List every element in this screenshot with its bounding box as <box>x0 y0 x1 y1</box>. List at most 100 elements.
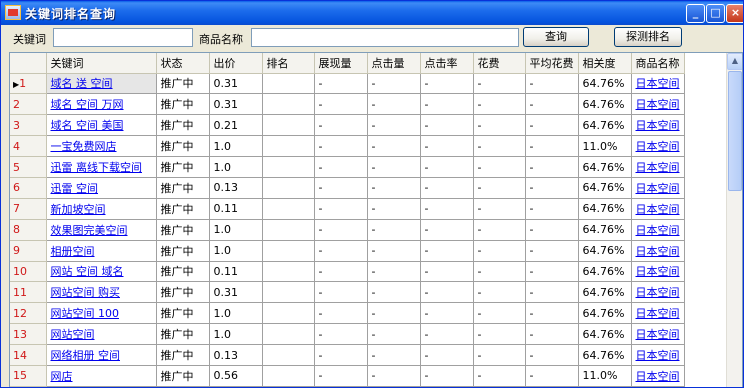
row-header[interactable]: ▶1 <box>10 73 47 95</box>
ctr-cell: - <box>420 114 474 137</box>
maximize-button[interactable]: □ <box>706 4 725 23</box>
table-row[interactable]: 5 迅雷 离线下载空间 推广中 1.0- - - - -64.76% 日本空间 <box>10 156 685 178</box>
product-name-cell[interactable]: 日本空间 <box>631 177 685 199</box>
row-header[interactable]: 3 <box>10 114 47 137</box>
column-header[interactable]: 关键词 <box>46 53 157 74</box>
scroll-up-arrow-icon[interactable]: ▲ <box>727 53 742 70</box>
row-header[interactable]: 6 <box>10 177 47 199</box>
title-bar[interactable]: 关键词排名查询 _ □ × <box>1 1 743 25</box>
table-row[interactable]: 4 一宝免费网店 推广中 1.0- - - - -11.0% 日本空间 <box>10 135 685 158</box>
row-header[interactable]: 9 <box>10 240 47 262</box>
keyword-cell[interactable]: 域名 空间 万网 <box>46 93 157 116</box>
product-name-cell[interactable]: 日本空间 <box>631 73 685 95</box>
keyword-cell[interactable]: 网站空间 购买 <box>46 281 157 304</box>
column-header[interactable]: 点击量 <box>367 53 421 74</box>
table-row[interactable]: 8 效果图完美空间 推广中 1.0- - - - -64.76% 日本空间 <box>10 219 685 241</box>
keyword-results-grid[interactable]: 关键词 状态 出价 排名 展现量 点击量 点击率 花费 平均花费 相关度 商品名… <box>9 52 743 387</box>
table-row[interactable]: 12 网站空间 100 推广中 1.0- - - - -64.76% 日本空间 <box>10 302 685 325</box>
column-header[interactable]: 商品名称 <box>631 53 685 74</box>
keyword-cell[interactable]: 相册空间 <box>46 240 157 262</box>
keyword-cell[interactable]: 域名 送 空间 <box>46 73 157 95</box>
minimize-button[interactable]: _ <box>686 4 705 23</box>
row-header[interactable]: 14 <box>10 344 47 366</box>
column-header[interactable]: 排名 <box>262 53 315 74</box>
clicks-cell: - <box>367 219 421 241</box>
table-row[interactable]: 7 新加坡空间 推广中 0.11- - - - -64.76% 日本空间 <box>10 198 685 220</box>
cost-cell: - <box>473 365 526 387</box>
table-row[interactable]: 11 网站空间 购买 推广中 0.31- - - - -64.76% 日本空间 <box>10 281 685 304</box>
product-name-cell[interactable]: 日本空间 <box>631 240 685 262</box>
row-number: 15 <box>13 369 27 383</box>
row-header[interactable]: 13 <box>10 323 47 346</box>
rank-cell <box>262 198 315 220</box>
table-row[interactable]: 9 相册空间 推广中 1.0- - - - -64.76% 日本空间 <box>10 240 685 262</box>
table-row[interactable]: 3 域名 空间 美国 推广中 0.21- - - - -64.76% 日本空间 <box>10 114 685 137</box>
row-header[interactable]: 5 <box>10 156 47 178</box>
column-header[interactable]: 状态 <box>156 53 210 74</box>
relevance-cell: 64.76% <box>578 156 632 178</box>
app-window: 关键词排名查询 _ □ × 关键词 商品名称 查询 探测排名 关键词 状态 出价 <box>0 0 744 388</box>
row-header[interactable]: 8 <box>10 219 47 241</box>
column-header[interactable]: 平均花费 <box>525 53 579 74</box>
product-name-cell[interactable]: 日本空间 <box>631 219 685 241</box>
table-row[interactable]: 15 网店 推广中 0.56- - - - -11.0% 日本空间 <box>10 365 685 387</box>
product-name-cell[interactable]: 日本空间 <box>631 323 685 346</box>
row-number: 3 <box>13 118 20 132</box>
table-row[interactable]: 13 网站空间 推广中 1.0- - - - -64.76% 日本空间 <box>10 323 685 346</box>
product-name-cell[interactable]: 日本空间 <box>631 135 685 158</box>
query-button[interactable]: 查询 <box>523 27 589 47</box>
clicks-cell: - <box>367 156 421 178</box>
row-header[interactable]: 4 <box>10 135 47 158</box>
status-cell: 推广中 <box>156 135 210 158</box>
column-header[interactable]: 展现量 <box>314 53 368 74</box>
ctr-cell: - <box>420 135 474 158</box>
close-button[interactable]: × <box>726 4 743 23</box>
keyword-cell[interactable]: 迅雷 离线下载空间 <box>46 156 157 178</box>
bid-cell: 0.31 <box>209 281 263 304</box>
keyword-cell[interactable]: 网店 <box>46 365 157 387</box>
clicks-cell: - <box>367 198 421 220</box>
table-row[interactable]: 14 网络相册 空间 推广中 0.13- - - - -64.76% 日本空间 <box>10 344 685 366</box>
row-header[interactable]: 2 <box>10 93 47 116</box>
keyword-cell[interactable]: 迅雷 空间 <box>46 177 157 199</box>
row-header[interactable]: 7 <box>10 198 47 220</box>
product-name-cell[interactable]: 日本空间 <box>631 93 685 116</box>
product-name-cell[interactable]: 日本空间 <box>631 114 685 137</box>
row-header[interactable]: 11 <box>10 281 47 304</box>
row-header[interactable]: 10 <box>10 261 47 283</box>
table-row[interactable]: 6 迅雷 空间 推广中 0.13- - - - -64.76% 日本空间 <box>10 177 685 199</box>
keyword-cell[interactable]: 网络相册 空间 <box>46 344 157 366</box>
keyword-cell[interactable]: 新加坡空间 <box>46 198 157 220</box>
product-name-cell[interactable]: 日本空间 <box>631 302 685 325</box>
product-name-cell[interactable]: 日本空间 <box>631 344 685 366</box>
status-cell: 推广中 <box>156 93 210 116</box>
table-row[interactable]: 10 网站 空间 域名 推广中 0.11- - - - -64.76% 日本空间 <box>10 261 685 283</box>
scroll-thumb[interactable] <box>728 71 742 191</box>
row-header[interactable]: 12 <box>10 302 47 325</box>
table-row[interactable]: 2 域名 空间 万网 推广中 0.31- - - - -64.76% 日本空间 <box>10 93 685 116</box>
table-row[interactable]: ▶1 域名 送 空间 推广中 0.31- - - - -64.76% 日本空间 <box>10 73 685 95</box>
column-header[interactable]: 点击率 <box>420 53 474 74</box>
product-name-cell[interactable]: 日本空间 <box>631 156 685 178</box>
impressions-cell: - <box>314 177 368 199</box>
row-header[interactable]: 15 <box>10 365 47 387</box>
clicks-cell: - <box>367 240 421 262</box>
keyword-cell[interactable]: 网站空间 100 <box>46 302 157 325</box>
product-name-cell[interactable]: 日本空间 <box>631 281 685 304</box>
keyword-input[interactable] <box>53 28 193 47</box>
keyword-cell[interactable]: 网站空间 <box>46 323 157 346</box>
keyword-cell[interactable]: 域名 空间 美国 <box>46 114 157 137</box>
column-header[interactable]: 出价 <box>209 53 263 74</box>
product-name-input[interactable] <box>251 28 519 47</box>
product-name-cell[interactable]: 日本空间 <box>631 198 685 220</box>
detect-rank-button[interactable]: 探测排名 <box>614 27 682 47</box>
product-name-cell[interactable]: 日本空间 <box>631 365 685 387</box>
column-header[interactable]: 花费 <box>473 53 526 74</box>
column-header[interactable]: 相关度 <box>578 53 632 74</box>
keyword-cell[interactable]: 效果图完美空间 <box>46 219 157 241</box>
relevance-cell: 64.76% <box>578 198 632 220</box>
keyword-cell[interactable]: 一宝免费网店 <box>46 135 157 158</box>
vertical-scrollbar[interactable]: ▲ <box>726 53 742 387</box>
product-name-cell[interactable]: 日本空间 <box>631 261 685 283</box>
keyword-cell[interactable]: 网站 空间 域名 <box>46 261 157 283</box>
